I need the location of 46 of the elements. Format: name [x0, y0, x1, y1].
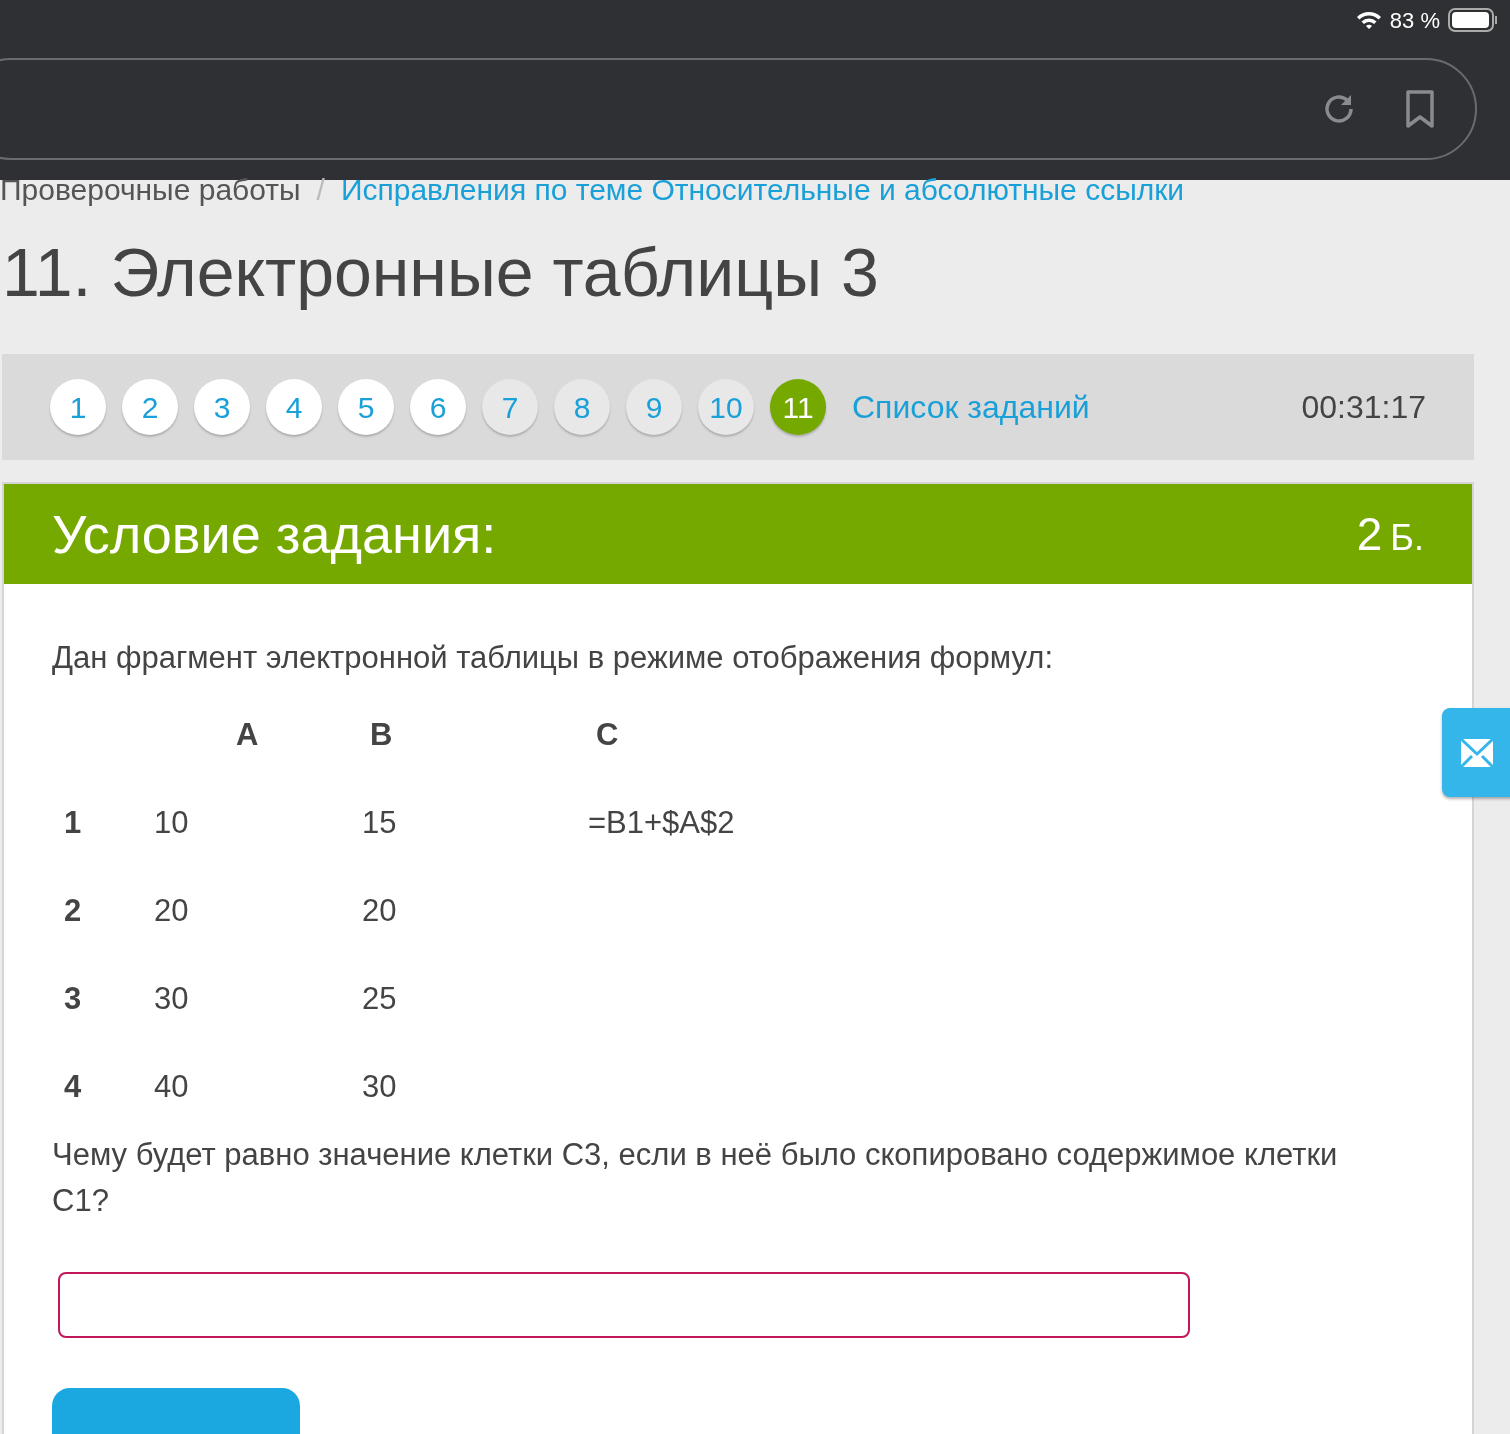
task-number-button[interactable]: 5: [338, 379, 394, 435]
task-number-button[interactable]: 9: [626, 379, 682, 435]
task-number-button[interactable]: 1: [50, 379, 106, 435]
task-number-button[interactable]: 2: [122, 379, 178, 435]
task-number-button[interactable]: 10: [698, 379, 754, 435]
address-field[interactable]: [0, 58, 1477, 160]
breadcrumb-link[interactable]: Исправления по теме Относительные и абсолютные ссылки: [340, 172, 1185, 208]
breadcrumb-item: /: [316, 172, 325, 208]
table-cell-text: 20: [362, 892, 397, 930]
answer-field[interactable]: [58, 1272, 1190, 1338]
row-header: 1: [64, 804, 82, 842]
table-cell-text: 10: [154, 804, 189, 842]
battery-icon: [1448, 8, 1498, 32]
column-header: C: [596, 716, 619, 754]
task-intro: Дан фрагмент электронной таблицы в режиме отображения формул:: [52, 639, 1055, 677]
column-header: B: [370, 716, 393, 754]
table-cell-text: 40: [154, 1068, 189, 1106]
table-cell-text: =B1+$A$2: [588, 804, 735, 842]
table-cell-text: 15: [362, 804, 397, 842]
battery-percent: 83 %: [1389, 6, 1440, 35]
table-cell-text: 20: [154, 892, 189, 930]
task-number-button[interactable]: 7: [482, 379, 538, 435]
wifi-icon: [1355, 10, 1382, 30]
row-header: 3: [64, 980, 82, 1018]
question-text: Чему будет равно значение клетки C3, если в неё было скопировано содержимое клетки C1?: [52, 1136, 1339, 1220]
card-heading: Условие задания:: [52, 502, 497, 566]
points-value: 2: [1356, 506, 1383, 562]
task-number-button[interactable]: 8: [554, 379, 610, 435]
mail-button[interactable]: [1442, 708, 1510, 797]
bookmark-icon[interactable]: [1405, 90, 1435, 128]
timer: 00:31:17: [1301, 388, 1426, 427]
task-number-button[interactable]: 3: [194, 379, 250, 435]
table-cell-text: 30: [154, 980, 189, 1018]
table-cell-text: 25: [362, 980, 397, 1018]
mail-icon: [1460, 737, 1494, 768]
column-header: A: [236, 716, 259, 754]
task-number-button[interactable]: 11: [770, 379, 826, 435]
task-number-button[interactable]: 6: [410, 379, 466, 435]
page-title: 11. Электронные таблицы 3: [2, 233, 880, 312]
row-header: 2: [64, 892, 82, 930]
points-unit: Б.: [1390, 515, 1424, 560]
task-list-link[interactable]: Список заданий: [852, 383, 1090, 431]
row-header: 4: [64, 1068, 82, 1106]
table-cell-text: 30: [362, 1068, 397, 1106]
task-number-button[interactable]: 4: [266, 379, 322, 435]
breadcrumb-item: Проверочные работы: [0, 172, 301, 208]
